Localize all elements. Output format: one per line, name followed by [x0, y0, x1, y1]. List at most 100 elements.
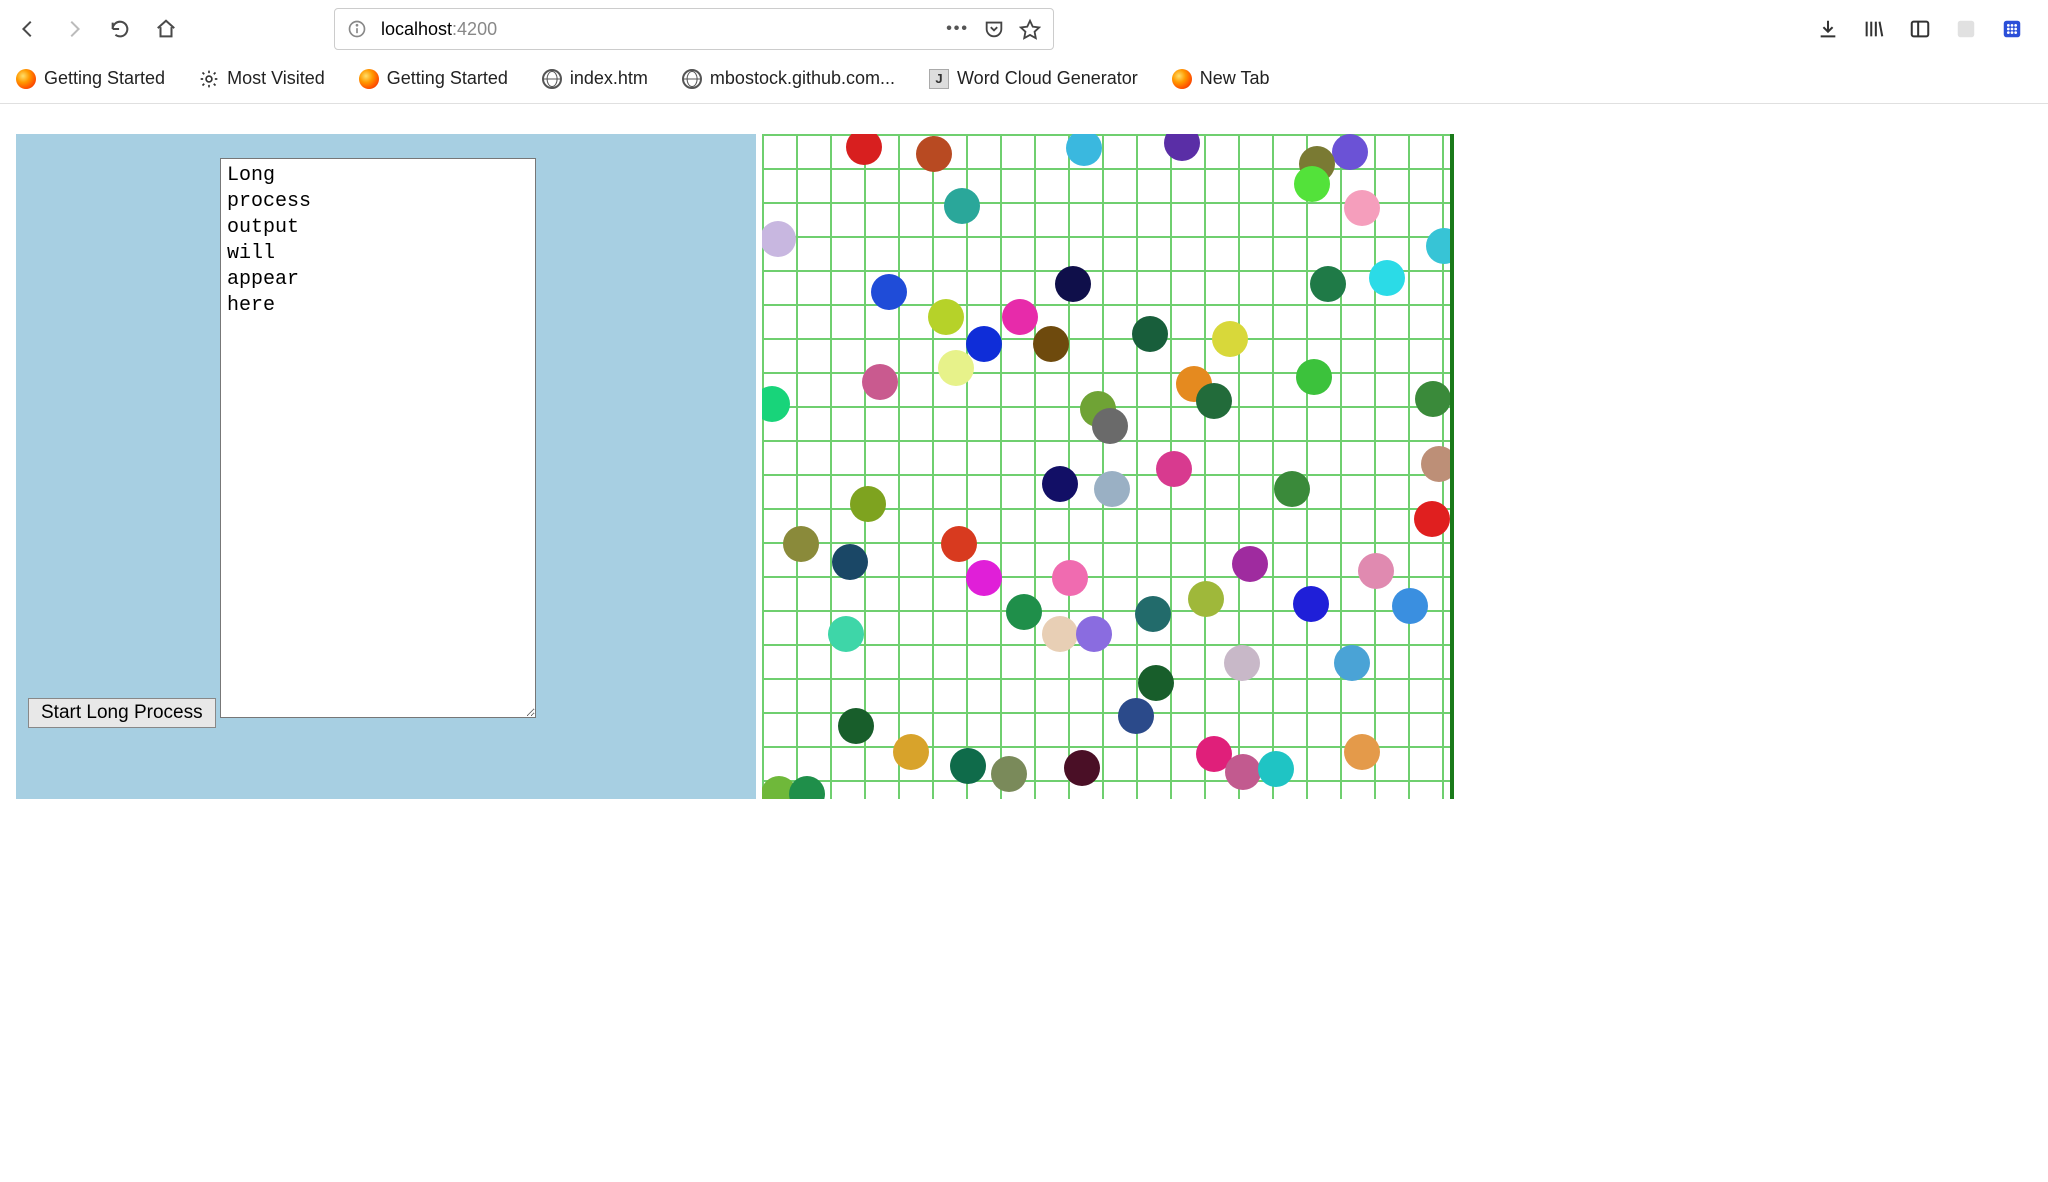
scatter-point — [832, 544, 868, 580]
scatter-point — [1118, 698, 1154, 734]
reload-button[interactable] — [102, 11, 138, 47]
toolbar-right-icons — [1814, 15, 2026, 43]
scatter-point — [916, 136, 952, 172]
library-icon[interactable] — [1860, 15, 1888, 43]
bookmark-item[interactable]: Getting Started — [10, 64, 171, 93]
bookmark-item[interactable]: New Tab — [1166, 64, 1276, 93]
scatter-point — [1294, 166, 1330, 202]
bookmark-label: Most Visited — [227, 68, 325, 89]
bookmark-item[interactable]: Getting Started — [353, 64, 514, 93]
bookmark-item[interactable]: index.htm — [536, 64, 654, 93]
scatter-point — [850, 486, 886, 522]
j-icon: J — [929, 69, 949, 89]
scatter-point — [928, 299, 964, 335]
scatter-point — [1196, 383, 1232, 419]
firefox-icon — [16, 69, 36, 89]
forward-button[interactable] — [56, 11, 92, 47]
scatter-point — [1055, 266, 1091, 302]
scatter-point — [1421, 446, 1454, 482]
scatter-point — [1052, 560, 1088, 596]
scatter-point — [1135, 596, 1171, 632]
downloads-icon[interactable] — [1814, 15, 1842, 43]
scatter-point — [783, 526, 819, 562]
sidebar-icon[interactable] — [1906, 15, 1934, 43]
scatter-point — [838, 708, 874, 744]
page-actions-icon[interactable]: ••• — [946, 20, 969, 38]
bookmark-star-icon[interactable] — [1019, 18, 1041, 40]
scatter-point — [1332, 134, 1368, 170]
scatter-point — [871, 274, 907, 310]
globe-icon — [682, 69, 702, 89]
scatter-point — [941, 526, 977, 562]
left-panel: Start Long Process — [16, 134, 756, 799]
reload-icon — [109, 18, 131, 40]
bookmark-label: Word Cloud Generator — [957, 68, 1138, 89]
info-icon — [347, 19, 367, 39]
extension-icon-1[interactable] — [1952, 15, 1980, 43]
scatter-point — [1426, 228, 1454, 264]
scatter-point — [1156, 451, 1192, 487]
extension-icon-2[interactable] — [1998, 15, 2026, 43]
scatter-plot — [762, 134, 1454, 799]
firefox-icon — [1172, 69, 1192, 89]
bookmark-item[interactable]: mbostock.github.com... — [676, 64, 901, 93]
url-host: localhost — [381, 19, 452, 39]
bookmark-label: New Tab — [1200, 68, 1270, 89]
scatter-point — [1274, 471, 1310, 507]
process-output-textarea[interactable] — [220, 158, 536, 718]
scatter-point — [950, 748, 986, 784]
scatter-point — [1002, 299, 1038, 335]
scatter-point — [1138, 665, 1174, 701]
start-long-process-button[interactable]: Start Long Process — [28, 698, 216, 728]
scatter-point — [1188, 581, 1224, 617]
scatter-point — [1094, 471, 1130, 507]
scatter-point — [1293, 586, 1329, 622]
scatter-point — [1415, 381, 1451, 417]
scatter-point — [966, 560, 1002, 596]
scatter-point — [1296, 359, 1332, 395]
bookmark-label: index.htm — [570, 68, 648, 89]
scatter-point — [1358, 553, 1394, 589]
grid-background — [762, 134, 1450, 799]
url-text: localhost:4200 — [381, 19, 932, 40]
page-content: Start Long Process — [16, 134, 2048, 799]
globe-icon — [542, 69, 562, 89]
scatter-point — [1042, 466, 1078, 502]
firefox-icon — [359, 69, 379, 89]
scatter-point — [1224, 645, 1260, 681]
url-port: :4200 — [452, 19, 497, 39]
scatter-point — [1006, 594, 1042, 630]
scatter-point — [1334, 645, 1370, 681]
scatter-point — [1310, 266, 1346, 302]
scatter-point — [1258, 751, 1294, 787]
scatter-point — [1132, 316, 1168, 352]
gear-icon — [199, 69, 219, 89]
scatter-point — [1232, 546, 1268, 582]
bookmark-label: Getting Started — [387, 68, 508, 89]
scatter-point — [991, 756, 1027, 792]
address-bar[interactable]: localhost:4200 ••• — [334, 8, 1054, 50]
scatter-point — [862, 364, 898, 400]
scatter-point — [1033, 326, 1069, 362]
home-icon — [155, 18, 177, 40]
scatter-point — [1212, 321, 1248, 357]
scatter-point — [1042, 616, 1078, 652]
scatter-point — [938, 350, 974, 386]
scatter-point — [1392, 588, 1428, 624]
home-button[interactable] — [148, 11, 184, 47]
nav-toolbar: localhost:4200 ••• — [0, 0, 2048, 58]
scatter-point — [1092, 408, 1128, 444]
scatter-point — [828, 616, 864, 652]
forward-arrow-icon — [63, 18, 85, 40]
scatter-point — [1414, 501, 1450, 537]
bookmarks-bar: Getting Started Most Visited Getting Start… — [0, 58, 2048, 103]
bookmark-item[interactable]: Most Visited — [193, 64, 331, 93]
browser-chrome: localhost:4200 ••• Getting StartedMo — [0, 0, 2048, 104]
bookmark-label: mbostock.github.com... — [710, 68, 895, 89]
bookmark-item[interactable]: J Word Cloud Generator — [923, 64, 1144, 93]
back-button[interactable] — [10, 11, 46, 47]
pocket-icon[interactable] — [983, 18, 1005, 40]
scatter-point — [944, 188, 980, 224]
scatter-point — [1076, 616, 1112, 652]
back-arrow-icon — [17, 18, 39, 40]
